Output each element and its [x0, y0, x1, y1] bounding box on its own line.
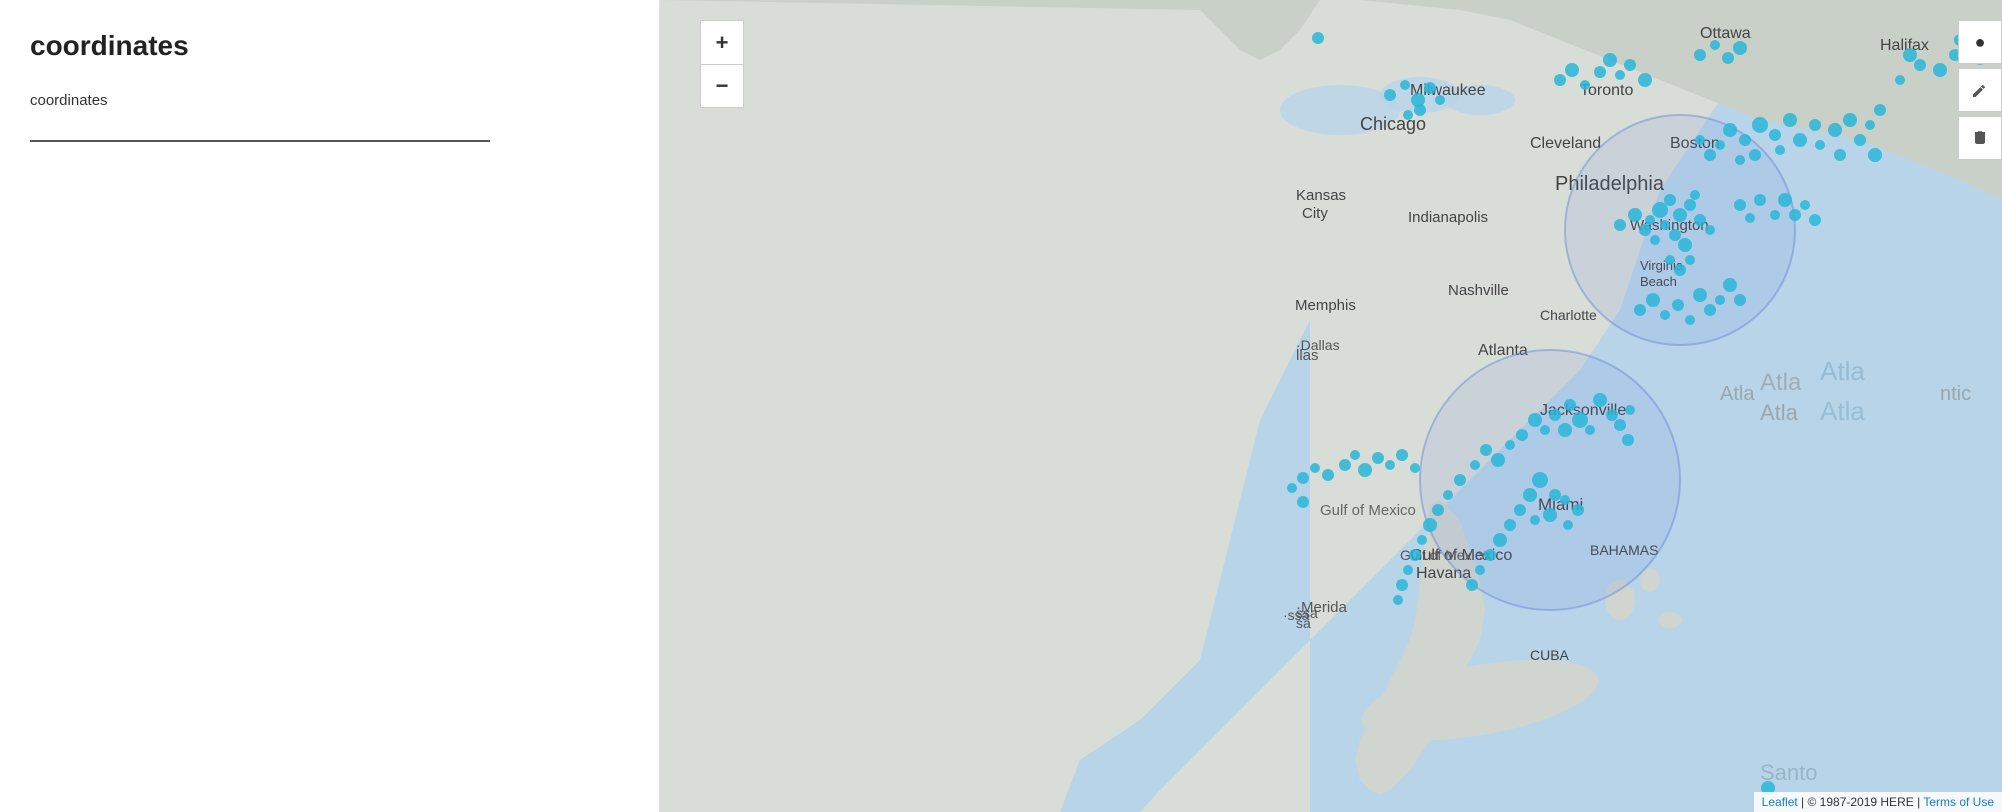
svg-text:Atla: Atla: [1760, 369, 1802, 396]
record-button[interactable]: ●: [1958, 20, 2002, 64]
svg-text:Gulf of Mexico: Gulf of Mexico: [1320, 502, 1416, 519]
svg-text:Atla: Atla: [1820, 356, 1865, 386]
svg-text:Cleveland: Cleveland: [1530, 135, 1601, 152]
svg-text:Atla: Atla: [1760, 400, 1799, 425]
zoom-out-button[interactable]: −: [700, 64, 744, 108]
svg-text:Nashville: Nashville: [1448, 282, 1509, 299]
delete-button[interactable]: [1958, 116, 2002, 160]
svg-text:Kansas: Kansas: [1296, 187, 1346, 204]
svg-text:llas: llas: [1296, 347, 1319, 364]
left-panel: coordinates coordinates: [0, 0, 660, 812]
leaflet-link[interactable]: Leaflet: [1762, 795, 1798, 809]
svg-text:·Merida: ·Merida: [1296, 599, 1348, 616]
svg-text:Atla: Atla: [1820, 396, 1865, 426]
svg-text:Memphis: Memphis: [1295, 297, 1356, 314]
coordinates-input[interactable]: [30, 115, 490, 142]
svg-text:Ottawa: Ottawa: [1700, 25, 1751, 42]
zoom-in-button[interactable]: +: [700, 20, 744, 64]
map-attribution: Leaflet | © 1987-2019 HERE | Terms of Us…: [1754, 792, 2002, 812]
svg-text:ntic: ntic: [1940, 383, 1971, 405]
attribution-copyright: | © 1987-2019 HERE |: [1801, 795, 1920, 809]
svg-text:Chicago: Chicago: [1360, 114, 1426, 134]
svg-text:Atla: Atla: [1720, 383, 1755, 405]
svg-text:Charlotte: Charlotte: [1540, 307, 1597, 323]
trash-icon: [1971, 129, 1989, 147]
coordinates-label: coordinates: [30, 92, 629, 109]
svg-text:CUBA: CUBA: [1530, 647, 1570, 663]
map-container[interactable]: Ottawa Halifax Toronto Boston Milwaukee …: [660, 0, 2002, 812]
svg-text:City: City: [1302, 205, 1328, 222]
edit-icon: [1971, 81, 1989, 99]
edit-button[interactable]: [1958, 68, 2002, 112]
terms-of-use-link[interactable]: Terms of Use: [1923, 795, 1994, 809]
zoom-controls: + −: [700, 20, 744, 108]
coordinates-input-wrapper: [30, 115, 629, 142]
page-title: coordinates: [30, 30, 629, 62]
svg-text:Indianapolis: Indianapolis: [1408, 209, 1488, 226]
right-controls: ●: [1958, 20, 2002, 160]
map-svg: Ottawa Halifax Toronto Boston Milwaukee …: [660, 0, 2002, 812]
